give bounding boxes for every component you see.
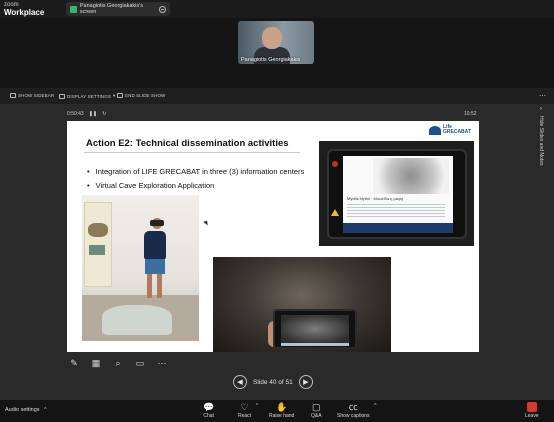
person-leg [147, 274, 152, 298]
vr-user-photo [82, 195, 199, 341]
audio-settings-label: Audio settings [5, 407, 40, 413]
presenter-toolbar: SHOW SIDEBAR DISPLAY SETTINGS ▾ END SLID… [0, 88, 554, 104]
leave-icon [526, 402, 537, 412]
show-sidebar-button[interactable]: SHOW SIDEBAR [10, 93, 54, 98]
display-settings-label: DISPLAY SETTINGS [67, 93, 111, 99]
slide-bullet-list: Integration of LIFE GRECABAT in three (3… [87, 167, 305, 195]
qa-button[interactable]: ▢ Q&A [311, 402, 322, 419]
presenter-clock: 10:52 [464, 111, 477, 117]
monitor-icon [59, 93, 65, 99]
cave-texture-image [373, 158, 449, 194]
warning-icon [331, 209, 339, 216]
tablet-screen: Myotis blythii · Μυωτίδα η μικρή [343, 156, 453, 233]
person-shorts [145, 259, 165, 274]
previous-slide-button[interactable]: ◀ [233, 375, 247, 389]
person-leg [157, 274, 162, 298]
raise-hand-label: Raise hand [269, 413, 295, 419]
raise-hand-button[interactable]: ✋ Raise hand [269, 402, 294, 419]
chevron-up-icon[interactable]: ^ [44, 407, 46, 413]
participant-video-tile[interactable]: Panagiotis Georgiakakis [238, 21, 314, 64]
tablet-app-photo: Myotis blythii · Μυωτίδα η μικρή [319, 141, 474, 246]
annotation-tools: ✎ ▦ ⌕ ▭ ⋯ [67, 356, 169, 370]
show-captions-label: Show captions [337, 413, 370, 419]
hide-slides-notes-button[interactable]: Hide Slides and Notes [538, 116, 544, 165]
species-caption: Myotis blythii · Μυωτίδα η μικρή [347, 196, 404, 201]
chat-label: Chat [203, 413, 214, 419]
title-bar: zoom Workplace Panagiotis Georgiakakis's… [0, 0, 554, 18]
participant-strip: Panagiotis Georgiakakis [0, 18, 554, 88]
qa-icon: ▢ [312, 402, 321, 412]
zoom-logo: zoom Workplace [4, 1, 44, 17]
reset-icon[interactable]: ↻ [102, 111, 106, 117]
tablet-device: Myotis blythii · Μυωτίδα η μικρή [327, 149, 467, 239]
title-divider [84, 152, 300, 153]
display-settings-button[interactable]: DISPLAY SETTINGS ▾ [59, 93, 115, 99]
stop-share-icon[interactable] [159, 5, 167, 13]
participant-name: Panagiotis Georgiakakis [241, 57, 301, 63]
vr-headset [150, 220, 164, 226]
phone-caption-bar [281, 343, 349, 346]
chat-button[interactable]: 💬 Chat [203, 402, 214, 419]
share-screen-icon [70, 5, 77, 13]
react-button[interactable]: ♡ React ^ [238, 402, 258, 419]
end-show-icon [117, 93, 123, 98]
leave-label: Leave [525, 413, 539, 419]
floor-mat [102, 305, 172, 335]
screen-share-tab[interactable]: Panagiotis Georgiakakis's screen [66, 2, 170, 16]
slide-navigation: ◀ Slide 40 of 51 ▶ [233, 375, 313, 389]
current-slide: Life GRECABAT Action E2: Technical disse… [67, 121, 479, 352]
show-sidebar-label: SHOW SIDEBAR [18, 93, 55, 98]
phone-screen [281, 315, 349, 343]
pause-icon[interactable]: ❚❚ [89, 111, 97, 117]
end-slide-show-label: END SLIDE SHOW [125, 93, 166, 98]
participant-head [262, 27, 282, 49]
banner-graphic [88, 223, 108, 237]
hand-icon: ✋ [276, 402, 288, 412]
captions-icon: ㏄ [348, 402, 358, 412]
timer-value: 0:50:43 [67, 111, 84, 117]
life-grecabat-logo: Life GRECABAT [429, 124, 474, 136]
app-footer-bar [343, 223, 453, 233]
react-label: React [238, 413, 252, 419]
audio-settings-button[interactable]: Audio settings ^ [5, 407, 46, 413]
chevron-down-icon: ▾ [112, 93, 116, 98]
show-captions-button[interactable]: ㏄ Show captions ^ [337, 402, 377, 419]
heart-icon: ♡ [240, 402, 249, 412]
bat-logo-icon [429, 125, 441, 135]
shared-screen: 0:50:43 ❚❚ ↻ 10:52 › Hide Slides and Not… [0, 104, 554, 400]
chevron-right-icon[interactable]: › [540, 106, 542, 112]
meeting-controls: Audio settings ^ 💬 Chat ♡ React ^ ✋ Rais… [0, 400, 554, 422]
mouse-cursor-icon [203, 220, 209, 227]
cave-vr-photo [213, 257, 391, 352]
more-icon[interactable]: ⋯ [155, 356, 169, 370]
description-text-lines [347, 204, 445, 218]
chevron-up-icon[interactable]: ^ [374, 403, 376, 409]
pen-icon[interactable]: ✎ [67, 356, 81, 370]
record-icon [332, 161, 338, 167]
chat-icon: 💬 [203, 402, 215, 412]
screen-icon[interactable]: ▭ [133, 356, 147, 370]
slide-counter: Slide 40 of 51 [253, 378, 293, 386]
grid-view-icon[interactable]: ▦ [89, 356, 103, 370]
slide-title: Action E2: Technical dissemination activ… [86, 138, 289, 149]
brand-big: Workplace [4, 8, 45, 17]
roll-up-banner [84, 202, 112, 287]
sidebar-icon [10, 93, 16, 98]
logo-text-grecabat: GRECABAT [443, 129, 471, 135]
leave-button[interactable]: Leave [525, 402, 539, 419]
bullet-item: Virtual Cave Exploration Application [87, 181, 304, 190]
zoom-icon[interactable]: ⌕ [111, 356, 125, 370]
qa-label: Q&A [311, 413, 322, 419]
chevron-up-icon[interactable]: ^ [256, 403, 258, 409]
person-shirt [144, 231, 166, 259]
more-options-icon[interactable]: ⋯ [539, 92, 546, 100]
presenter-timer: 0:50:43 ❚❚ ↻ [67, 111, 106, 117]
phone-device [273, 309, 357, 349]
banner-graphic [89, 245, 105, 255]
bullet-item: Integration of LIFE GRECABAT in three (3… [87, 167, 305, 176]
end-slide-show-button[interactable]: END SLIDE SHOW [117, 93, 165, 98]
share-tab-label: Panagiotis Georgiakakis's screen [79, 3, 143, 15]
next-slide-button[interactable]: ▶ [298, 375, 313, 389]
